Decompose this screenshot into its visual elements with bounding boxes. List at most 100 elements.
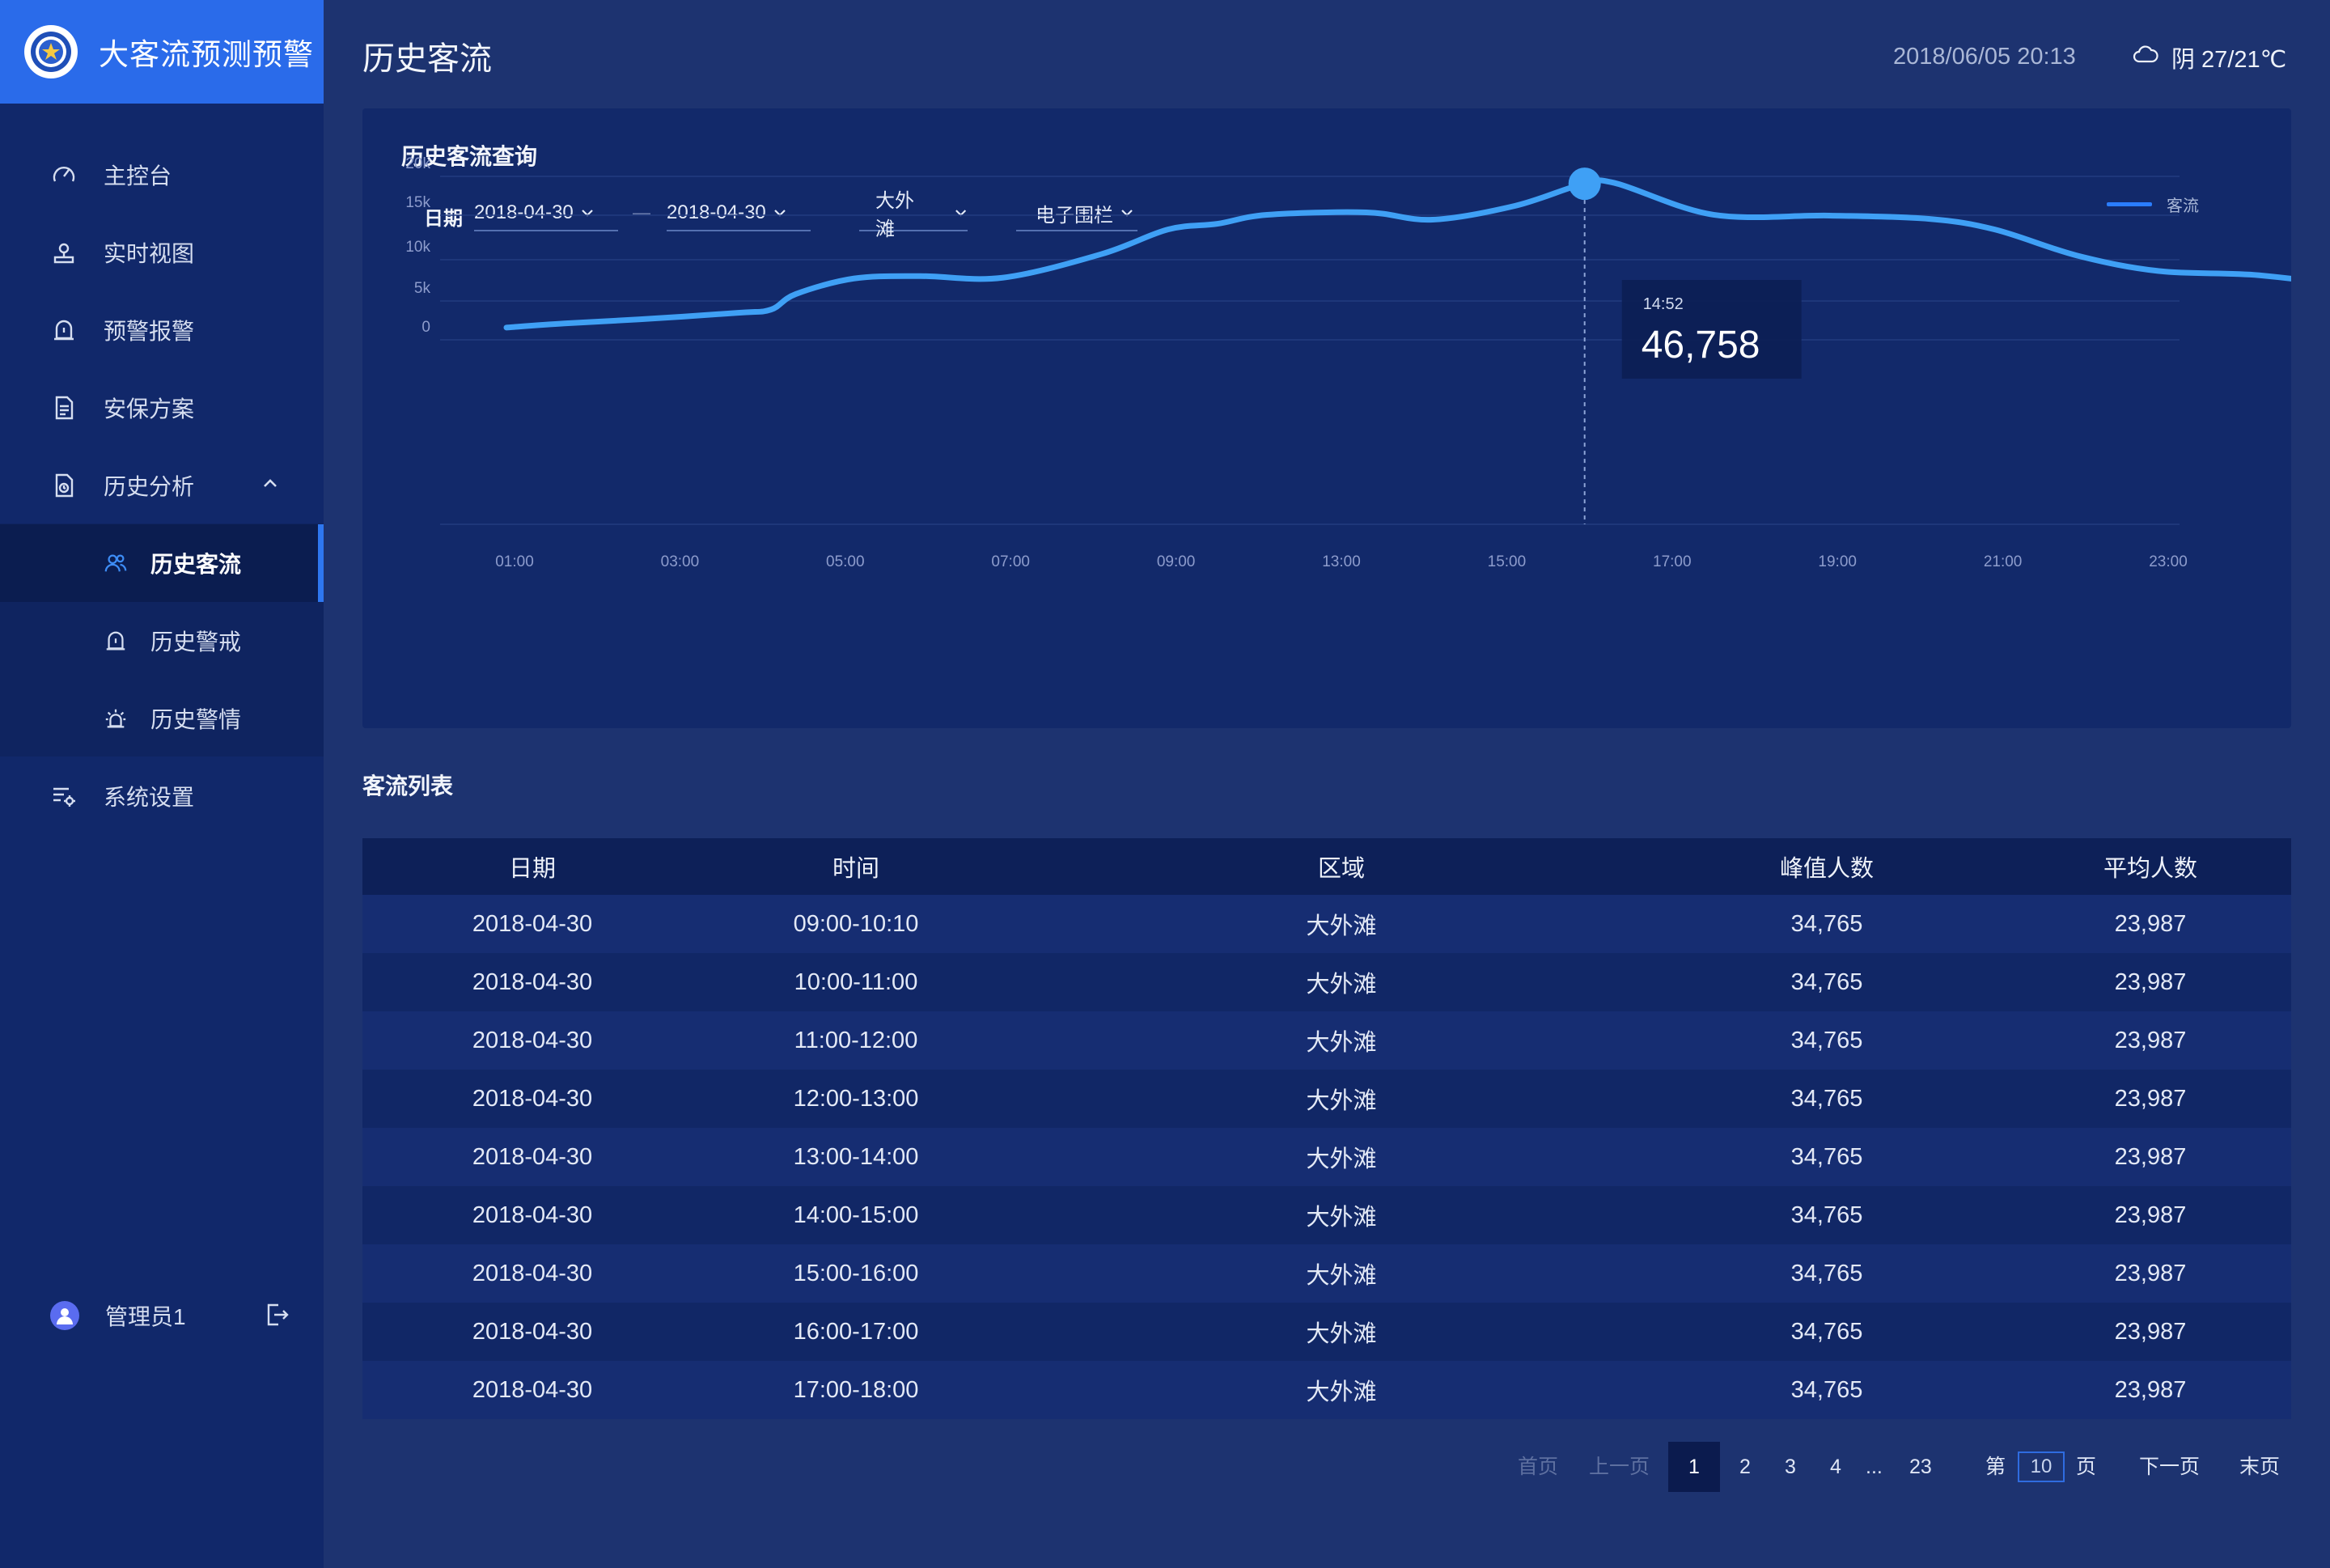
first-page-button[interactable]: 首页 — [1518, 1442, 1558, 1492]
chart-tooltip: 14:52 46,758 — [1621, 280, 1802, 379]
sidebar-item-security-plan[interactable]: 安保方案 — [0, 369, 324, 447]
x-tick-label: 13:00 — [1322, 553, 1361, 570]
header-date: 日期 — [508, 856, 556, 882]
y-tick-label: 15k — [405, 194, 430, 211]
x-tick-label: 09:00 — [1157, 553, 1196, 570]
cell-date: 2018-04-30 — [472, 1260, 593, 1286]
page-4-button[interactable]: 4 — [1830, 1442, 1841, 1492]
alarm-icon — [102, 627, 129, 655]
history-flow-query-panel: 历史客流查询 日期 2018-04-30 — 2018-04-30 大外滩 电子… — [362, 108, 2291, 728]
cell-average: 23,987 — [2114, 1260, 2187, 1286]
x-tick-label: 01:00 — [495, 553, 534, 570]
page-23-button[interactable]: 23 — [1909, 1442, 1932, 1492]
siren-icon — [102, 705, 129, 732]
cloud-icon — [2133, 44, 2158, 71]
cell-peak: 34,765 — [1790, 1143, 1863, 1170]
page-1-button[interactable]: 1 — [1668, 1442, 1720, 1492]
goto-page-input[interactable] — [2018, 1451, 2065, 1482]
cell-peak: 34,765 — [1790, 1201, 1863, 1228]
weather-widget: 阴 27/21℃ — [2133, 40, 2286, 74]
sidebar-item-system-settings[interactable]: 系统设置 — [0, 757, 324, 835]
table-row[interactable]: 2018-04-30 10:00-11:00 大外滩 34,765 23,987 — [362, 953, 2291, 1011]
cell-time: 09:00-10:10 — [793, 910, 919, 937]
header-time: 时间 — [832, 856, 879, 882]
cell-area: 大外滩 — [1306, 1088, 1377, 1114]
table-row[interactable]: 2018-04-30 13:00-14:00 大外滩 34,765 23,987 — [362, 1128, 2291, 1186]
sidebar-item-label: 历史警戒 — [150, 629, 242, 655]
cell-date: 2018-04-30 — [472, 1201, 593, 1228]
header-peak: 峰值人数 — [1779, 856, 1874, 882]
cell-date: 2018-04-30 — [472, 1318, 593, 1345]
y-tick-label: 5k — [414, 280, 431, 297]
page-title: 历史客流 — [362, 41, 492, 77]
x-tick-label: 23:00 — [2149, 553, 2188, 570]
cell-peak: 34,765 — [1790, 968, 1863, 995]
table-row[interactable]: 2018-04-30 09:00-10:10 大外滩 34,765 23,987 — [362, 895, 2291, 953]
chevron-up-icon[interactable] — [261, 473, 280, 498]
sidebar-item-label: 安保方案 — [104, 396, 195, 422]
cell-area: 大外滩 — [1306, 1205, 1377, 1231]
x-tick-label: 21:00 — [1984, 553, 2023, 570]
prev-page-button[interactable]: 上一页 — [1589, 1442, 1650, 1492]
user-name: 管理员1 — [105, 1304, 186, 1329]
sidebar-item-label: 系统设置 — [104, 785, 195, 810]
flow-line-chart[interactable]: 0 5k 10k 15k 20k 01:00 03:00 05:00 07:00 09:00 13:… — [362, 108, 2291, 728]
page-ellipsis: ... — [1866, 1456, 1883, 1478]
cell-time: 11:00-12:00 — [794, 1027, 918, 1053]
sidebar-item-realtime-view[interactable]: 实时视图 — [0, 214, 324, 291]
cell-average: 23,987 — [2114, 1027, 2187, 1053]
page-2-button[interactable]: 2 — [1739, 1442, 1751, 1492]
table-row[interactable]: 2018-04-30 17:00-18:00 大外滩 34,765 23,987 — [362, 1361, 2291, 1419]
cell-date: 2018-04-30 — [472, 1085, 593, 1112]
last-page-button[interactable]: 末页 — [2239, 1442, 2280, 1492]
x-tick-label: 03:00 — [661, 553, 700, 570]
cell-average: 23,987 — [2114, 1318, 2187, 1345]
cell-area: 大外滩 — [1306, 972, 1377, 998]
cell-peak: 34,765 — [1790, 1260, 1863, 1286]
cell-average: 23,987 — [2114, 1143, 2187, 1170]
settings-list-icon — [50, 782, 78, 810]
document-icon — [50, 394, 78, 422]
cell-area: 大外滩 — [1306, 1321, 1377, 1347]
x-tick-label: 05:00 — [826, 553, 865, 570]
sidebar-item-dashboard[interactable]: 主控台 — [0, 136, 324, 214]
table-row[interactable]: 2018-04-30 14:00-15:00 大外滩 34,765 23,987 — [362, 1186, 2291, 1244]
table-header: 日期 时间 区域 峰值人数 平均人数 — [362, 838, 2291, 895]
cell-average: 23,987 — [2114, 1376, 2187, 1403]
current-datetime: 2018/06/05 20:13 — [1893, 44, 2076, 70]
cell-peak: 34,765 — [1790, 1376, 1863, 1403]
sidebar-item-history-flow[interactable]: 历史客流 — [0, 524, 324, 602]
sidebar-item-history-analysis[interactable]: 历史分析 — [0, 447, 324, 524]
cell-peak: 34,765 — [1790, 1027, 1863, 1053]
table-row[interactable]: 2018-04-30 16:00-17:00 大外滩 34,765 23,987 — [362, 1303, 2291, 1361]
user-profile[interactable]: 管理员1 — [50, 1296, 293, 1335]
active-indicator — [318, 524, 324, 602]
highlight-point[interactable] — [1568, 167, 1601, 201]
x-tick-label: 19:00 — [1818, 553, 1857, 570]
cell-peak: 34,765 — [1790, 1318, 1863, 1345]
table-row[interactable]: 2018-04-30 15:00-16:00 大外滩 34,765 23,987 — [362, 1244, 2291, 1303]
cell-time: 16:00-17:00 — [793, 1318, 919, 1345]
table-body: 2018-04-30 09:00-10:10 大外滩 34,765 23,987 2018… — [362, 895, 2291, 1419]
cell-time: 10:00-11:00 — [794, 968, 918, 995]
next-page-button[interactable]: 下一页 — [2139, 1442, 2200, 1492]
cell-area: 大外滩 — [1306, 1146, 1377, 1172]
sidebar-item-history-incident[interactable]: 历史警情 — [0, 680, 324, 757]
sidebar: 大客流预测预警 主控台 实时视图 预警报警 安保方案 历史分析 历史客流 历史警… — [0, 0, 324, 1568]
cell-date: 2018-04-30 — [472, 1027, 593, 1053]
x-tick-label: 15:00 — [1488, 553, 1527, 570]
sidebar-item-history-alert[interactable]: 历史警戒 — [0, 602, 324, 680]
logout-icon[interactable] — [264, 1301, 293, 1330]
cell-time: 12:00-13:00 — [793, 1085, 919, 1112]
flow-table: 日期 时间 区域 峰值人数 平均人数 2018-04-30 09:00-10:10… — [362, 838, 2291, 1419]
header-average: 平均人数 — [2103, 856, 2197, 882]
page-3-button[interactable]: 3 — [1785, 1442, 1796, 1492]
table-row[interactable]: 2018-04-30 11:00-12:00 大外滩 34,765 23,987 — [362, 1011, 2291, 1070]
brand-title: 大客流预测预警 — [99, 38, 314, 71]
series-line[interactable] — [503, 177, 2291, 331]
goto-prefix: 第 — [1985, 1456, 2006, 1478]
cell-peak: 34,765 — [1790, 1085, 1863, 1112]
sidebar-item-warning-alarm[interactable]: 预警报警 — [0, 291, 324, 369]
table-row[interactable]: 2018-04-30 12:00-13:00 大外滩 34,765 23,987 — [362, 1070, 2291, 1128]
y-tick-label: 20k — [405, 155, 430, 172]
